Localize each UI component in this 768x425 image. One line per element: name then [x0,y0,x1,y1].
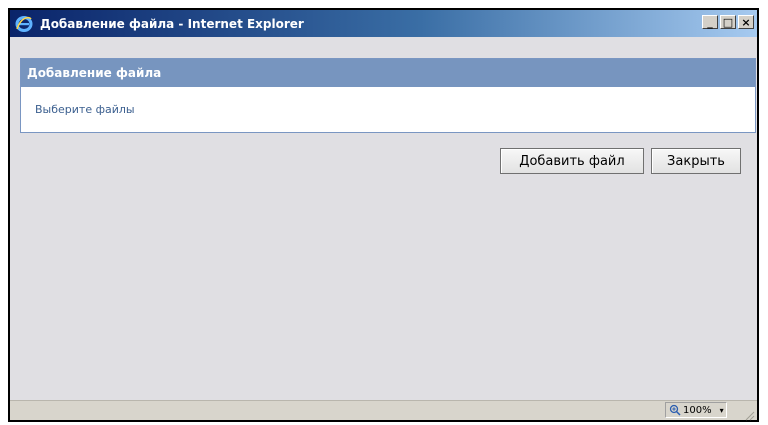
zoom-icon [669,404,681,416]
panel-header: Добавление файла [21,59,755,87]
page-content: Добавление файла Выберите файлы Добавить… [10,37,757,401]
zoom-control[interactable]: 100% ▾ [665,402,727,418]
resize-grip-icon[interactable] [743,406,755,421]
add-file-button[interactable]: Добавить файл [500,148,644,174]
select-files-text: Выберите файлы [35,103,135,116]
zoom-level: 100% [683,404,712,416]
close-button[interactable]: Закрыть [651,148,741,174]
status-bar: 100% ▾ [10,400,757,421]
title-bar[interactable]: Добавление файла - Internet Explorer _ □… [10,10,757,37]
maximize-button[interactable]: □ [720,15,736,29]
ie-dialog-window: Добавление файла - Internet Explorer _ □… [8,8,759,422]
add-file-panel: Добавление файла Выберите файлы [20,58,756,133]
internet-explorer-icon [14,14,34,34]
minimize-button[interactable]: _ [702,15,718,29]
close-window-button[interactable]: × [738,15,754,29]
window-controls: _ □ × [702,15,754,29]
chevron-down-icon[interactable]: ▾ [720,406,724,415]
window-title: Добавление файла - Internet Explorer [40,16,304,31]
